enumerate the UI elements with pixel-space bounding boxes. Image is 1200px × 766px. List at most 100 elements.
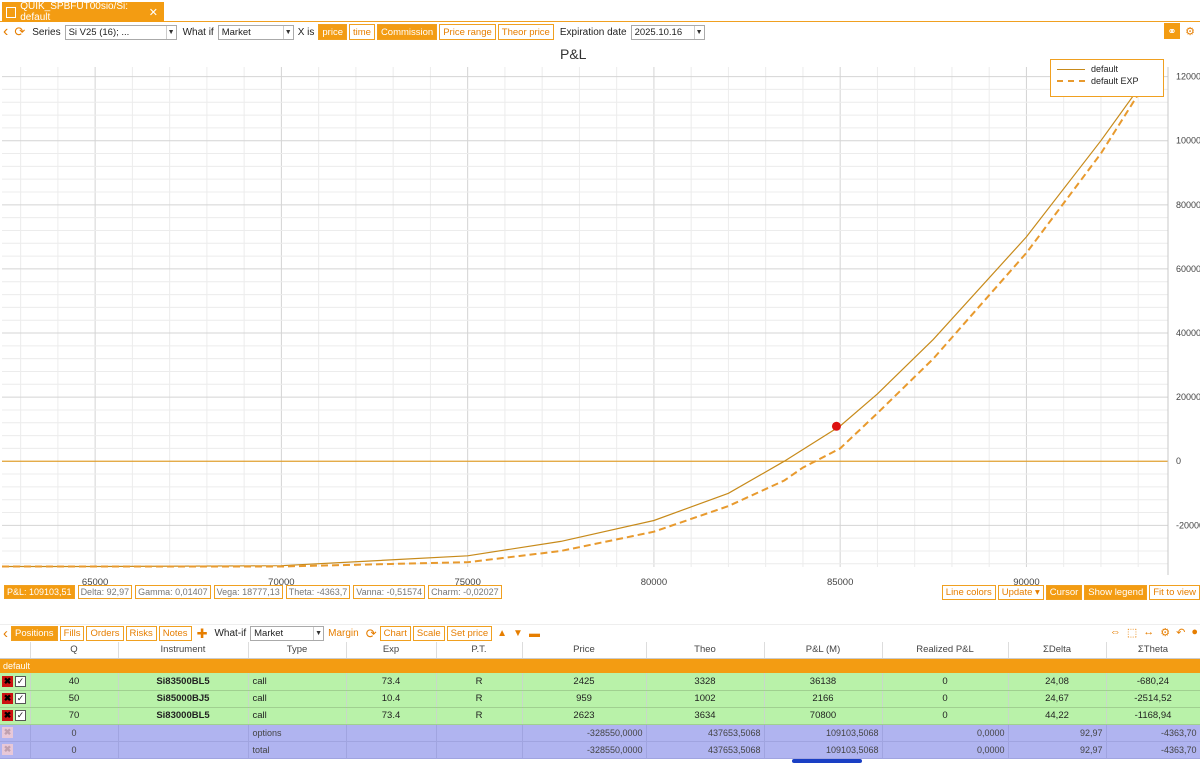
price-range-button[interactable]: Price range: [439, 24, 496, 40]
cell-delta: 44,22: [1008, 707, 1107, 725]
remove-icon[interactable]: ✖: [2, 675, 13, 687]
theor-price-button[interactable]: Theor price: [497, 24, 554, 40]
row-checkbox[interactable]: ✓: [15, 692, 26, 704]
pnl-chart[interactable]: 650007000075000800008500090000 -20000020…: [0, 42, 1200, 587]
row-checkbox[interactable]: ✓: [15, 675, 26, 687]
y-tick-label: 400000: [1176, 328, 1200, 338]
x-price-button[interactable]: price: [318, 24, 347, 40]
whatif-select[interactable]: Market ▼: [250, 626, 325, 641]
row-controls: ✖ ✓: [0, 690, 31, 708]
help-icon[interactable]: ●: [1191, 626, 1198, 639]
cell-type[interactable]: call: [248, 707, 347, 725]
cell-q[interactable]: 50: [30, 690, 119, 708]
tab-risks[interactable]: Risks: [125, 626, 157, 641]
remove-icon[interactable]: ✖: [2, 709, 13, 721]
column-header[interactable]: Instrument: [118, 642, 249, 659]
row-checkbox[interactable]: ✓: [15, 709, 26, 721]
cell-q[interactable]: 70: [30, 707, 119, 725]
show-legend-button[interactable]: Show legend: [1084, 585, 1148, 600]
whatif-label: What if: [182, 26, 214, 38]
move-up-icon[interactable]: ▲: [497, 628, 507, 639]
settings-icon[interactable]: ⚙: [1160, 626, 1170, 639]
trash-icon[interactable]: ▬: [529, 628, 540, 640]
tab-notes[interactable]: Notes: [158, 626, 192, 641]
cell-realized: 0: [882, 690, 1009, 708]
expiration-select[interactable]: 2025.10.16 ▼: [630, 24, 705, 40]
x-time-button[interactable]: time: [348, 24, 375, 40]
cell-pt: [436, 741, 523, 759]
positions-table: Q Instrument Type Exp P.T. Price Theo P&…: [0, 642, 1200, 759]
positions-toolbar: ‹ Positions Fills Orders Risks Notes ✚ W…: [0, 624, 1200, 642]
series-select[interactable]: Si V25 (16); ... ▼: [64, 24, 177, 40]
tab-positions[interactable]: Positions: [11, 626, 58, 641]
cell-instrument: [118, 724, 249, 742]
cell-pt[interactable]: R: [436, 673, 523, 691]
cell-price[interactable]: 959: [522, 690, 647, 708]
resize-icon[interactable]: ↔: [1143, 626, 1154, 639]
table-row[interactable]: ✖ ✓ 70 Si83000BL5 call 73.4 R 2623 3634 7…: [0, 707, 1200, 725]
undo-icon[interactable]: ↶: [1176, 626, 1185, 639]
cell-delta: 24,67: [1008, 690, 1107, 708]
stat-charm: Charm: -0,02027: [428, 585, 502, 599]
column-header[interactable]: Exp: [346, 642, 437, 659]
whatif-value: Market: [221, 26, 251, 38]
expand-icon[interactable]: ⇔: [1110, 626, 1121, 639]
cell-type[interactable]: call: [248, 690, 347, 708]
tab-fills[interactable]: Fills: [59, 626, 85, 641]
cell-instrument: [118, 741, 249, 759]
stat-theta: Theta: -4363,7: [285, 585, 351, 599]
column-header[interactable]: Realized P&L: [882, 642, 1009, 659]
tab-orders[interactable]: Orders: [86, 626, 124, 641]
legend-solid-line: [1057, 68, 1085, 70]
summary-row-total[interactable]: ✖ 0 total -328550,0000 437653,5068 10910…: [0, 741, 1200, 759]
tab-title: QUIK_SPBFUT00sio/Si: default: [20, 1, 129, 23]
table-row[interactable]: ✖ ✓ 40 Si83500BL5 call 73.4 R 2425 3328 3…: [0, 673, 1200, 691]
cursor-button[interactable]: Cursor: [1045, 585, 1083, 600]
cell-instrument[interactable]: Si85000BJ5: [118, 690, 249, 708]
y-tick-label: 0: [1176, 456, 1181, 466]
group-row[interactable]: default: [0, 658, 1200, 673]
cell-price[interactable]: 2623: [522, 707, 647, 725]
chart-button[interactable]: Chart: [379, 626, 411, 641]
column-header[interactable]: P&L (M): [764, 642, 883, 659]
add-icon[interactable]: ✚: [197, 626, 208, 642]
column-header[interactable]: ΣTheta: [1106, 642, 1200, 659]
cell-instrument[interactable]: Si83500BL5: [118, 673, 249, 691]
cell-q[interactable]: 40: [30, 673, 119, 691]
refresh-icon[interactable]: ⟳: [366, 626, 377, 642]
set-price-button[interactable]: Set price: [446, 626, 493, 641]
update-button[interactable]: Update ▾: [997, 585, 1044, 600]
scale-button[interactable]: Scale: [412, 626, 445, 641]
link-icon[interactable]: ⚭: [1164, 23, 1180, 39]
settings-icon[interactable]: ⚙: [1182, 23, 1198, 39]
move-down-icon[interactable]: ▼: [513, 628, 523, 639]
fit-to-view-button[interactable]: Fit to view: [1149, 585, 1200, 600]
column-header[interactable]: ΣDelta: [1008, 642, 1107, 659]
commission-button[interactable]: Commission: [376, 24, 438, 40]
cell-exp: 73.4: [346, 707, 437, 725]
column-header[interactable]: Q: [30, 642, 119, 659]
back-icon[interactable]: ‹: [3, 625, 8, 642]
cell-pt[interactable]: R: [436, 707, 523, 725]
column-header[interactable]: Type: [248, 642, 347, 659]
document-tab[interactable]: QUIK_SPBFUT00sio/Si: default ✕: [2, 1, 164, 23]
column-header[interactable]: Price: [522, 642, 647, 659]
cell-pt[interactable]: R: [436, 690, 523, 708]
whatif-select[interactable]: Market ▼: [217, 24, 294, 40]
cell-instrument[interactable]: Si83000BL5: [118, 707, 249, 725]
margin-label[interactable]: Margin: [328, 628, 359, 639]
positions-toolbar-right: ⇔ ⬚ ↔ ⚙ ↶ ●: [1104, 626, 1198, 639]
close-icon[interactable]: ✕: [149, 6, 158, 19]
refresh-icon[interactable]: ⟳: [14, 24, 25, 40]
export-icon[interactable]: ⬚: [1127, 626, 1137, 639]
cell-type[interactable]: call: [248, 673, 347, 691]
column-header[interactable]: P.T.: [436, 642, 523, 659]
column-header[interactable]: Theo: [646, 642, 765, 659]
table-row[interactable]: ✖ ✓ 50 Si85000BJ5 call 10.4 R 959 1002 21…: [0, 690, 1200, 708]
line-colors-button[interactable]: Line colors: [941, 585, 996, 600]
chevron-down-icon: ▼: [282, 25, 293, 39]
back-icon[interactable]: ‹: [3, 23, 8, 41]
remove-icon[interactable]: ✖: [2, 692, 13, 704]
cell-price[interactable]: 2425: [522, 673, 647, 691]
summary-row-options[interactable]: ✖ 0 options -328550,0000 437653,5068 109…: [0, 724, 1200, 742]
